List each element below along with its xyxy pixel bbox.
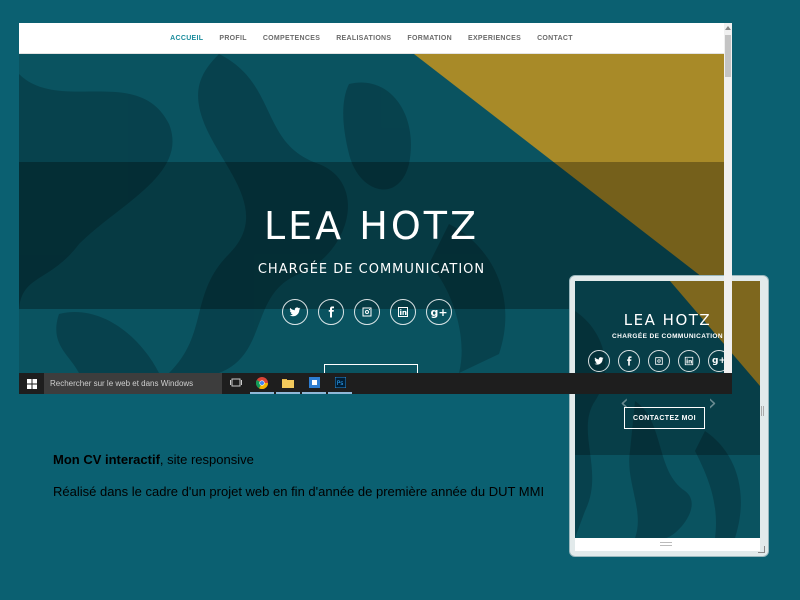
- linkedin-icon[interactable]: [678, 350, 700, 372]
- windows-taskbar: Rechercher sur le web et dans Windows Ps: [19, 373, 732, 394]
- facebook-icon[interactable]: [318, 299, 344, 325]
- mobile-hero-name-title: LEA HOTZ: [623, 311, 712, 329]
- windows-logo-icon: [26, 378, 37, 389]
- hero-job-subtitle: CHARGÉE DE COMMUNICATION: [257, 262, 486, 277]
- linkedin-icon[interactable]: [390, 299, 416, 325]
- nav-item-profil[interactable]: PROFIL: [219, 35, 246, 42]
- project-description: Réalisé dans le cadre d'un projet web en…: [53, 484, 545, 499]
- chrome-icon[interactable]: [250, 373, 274, 394]
- store-icon[interactable]: [302, 373, 326, 394]
- project-title-suffix: , site responsive: [159, 452, 254, 467]
- photoshop-icon[interactable]: Ps: [328, 373, 352, 394]
- side-grip-icon[interactable]: [761, 406, 764, 416]
- mobile-social-links: g+: [588, 350, 730, 372]
- scrollbar-thumb[interactable]: [725, 35, 731, 77]
- windows-start-button[interactable]: [19, 373, 44, 394]
- carousel-next-arrow-icon[interactable]: ›: [708, 391, 717, 416]
- project-title-bold: Mon CV interactif: [53, 452, 160, 467]
- facebook-icon[interactable]: [618, 350, 640, 372]
- project-caption-title: Mon CV interactif, site responsive: [53, 452, 254, 467]
- nav-item-formation[interactable]: FORMATION: [407, 35, 452, 42]
- nav-item-contact[interactable]: CONTACT: [537, 35, 573, 42]
- taskbar-search-input[interactable]: Rechercher sur le web et dans Windows: [44, 373, 222, 394]
- social-links: g+: [282, 299, 452, 325]
- nav-item-accueil[interactable]: ACCUEIL: [170, 35, 203, 42]
- nav-item-experiences[interactable]: EXPERIENCES: [468, 35, 521, 42]
- contact-me-button[interactable]: CONTACTEZ MOI: [324, 364, 418, 373]
- google-plus-icon[interactable]: g+: [426, 299, 452, 325]
- hero-name-title: LEA HOTZ: [264, 204, 479, 248]
- mobile-device-mockup: LEA HOTZ CHARGÉE DE COMMUNICATION g+ ‹ ›…: [570, 276, 768, 556]
- mobile-bottom-bar: [575, 538, 760, 551]
- nav-item-competences[interactable]: COMPETENCES: [263, 35, 320, 42]
- resize-corner-icon[interactable]: [758, 546, 765, 553]
- twitter-icon[interactable]: [282, 299, 308, 325]
- mobile-hero-section: LEA HOTZ CHARGÉE DE COMMUNICATION g+ ‹ ›…: [575, 281, 760, 538]
- svg-text:Ps: Ps: [336, 380, 343, 387]
- page-scrollbar[interactable]: [724, 23, 732, 373]
- scroll-up-arrow-icon[interactable]: [725, 26, 731, 30]
- mobile-contact-me-button[interactable]: CONTACTEZ MOI: [624, 407, 705, 429]
- drag-handle-icon[interactable]: [660, 542, 672, 546]
- twitter-icon[interactable]: [588, 350, 610, 372]
- top-navigation: ACCUEIL PROFIL COMPETENCES REALISATIONS …: [19, 23, 724, 54]
- task-view-icon[interactable]: [224, 373, 248, 394]
- instagram-icon[interactable]: [354, 299, 380, 325]
- file-explorer-icon[interactable]: [276, 373, 300, 394]
- instagram-icon[interactable]: [648, 350, 670, 372]
- mobile-hero-job-subtitle: CHARGÉE DE COMMUNICATION: [612, 333, 723, 340]
- nav-item-realisations[interactable]: REALISATIONS: [336, 35, 391, 42]
